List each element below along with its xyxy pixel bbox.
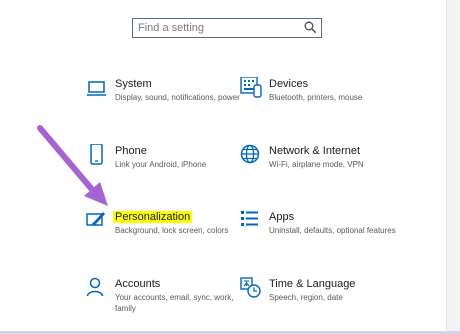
time-language-icon <box>240 277 261 298</box>
tile-time-language[interactable]: Time & Language Speech, region, date <box>240 277 430 321</box>
tile-title: Personalization <box>113 210 193 224</box>
tile-description: Bluetooth, printers, mouse <box>269 93 363 102</box>
tile-title: Phone <box>115 145 147 157</box>
tile-title: Apps <box>269 211 295 223</box>
paintbrush-icon <box>86 212 105 226</box>
tile-title: Devices <box>269 78 309 90</box>
keyboard-icon <box>240 77 262 98</box>
search-box[interactable] <box>132 18 322 38</box>
scrollbar-track[interactable] <box>447 0 460 334</box>
apps-list-icon <box>241 211 258 226</box>
tile-description: Speech, region, date <box>269 293 343 302</box>
person-icon <box>86 277 104 297</box>
tile-title: Time & Language <box>269 278 356 290</box>
laptop-icon <box>87 81 106 96</box>
tile-title: System <box>115 78 152 90</box>
tile-description: Background, lock screen, colors <box>115 226 229 235</box>
tile-description: Uninstall, defaults, optional features <box>269 226 396 235</box>
tile-title: Network & Internet <box>269 145 361 157</box>
search-icon[interactable] <box>304 21 317 34</box>
tile-description: Your accounts, email, sync, work, family <box>115 293 234 313</box>
tile-apps[interactable]: Apps Uninstall, defaults, optional featu… <box>240 210 430 254</box>
tile-devices[interactable]: Devices Bluetooth, printers, mouse <box>240 77 430 121</box>
tile-description: Link your Android, iPhone <box>115 160 207 169</box>
tile-description: Display, sound, notifications, power <box>115 93 240 102</box>
search-input[interactable] <box>138 20 298 36</box>
tile-title: Accounts <box>115 278 161 290</box>
phone-icon <box>90 144 103 165</box>
highlighted-title: Personalization <box>113 211 193 223</box>
tile-description: Wi-Fi, airplane mode, VPN <box>269 160 364 169</box>
globe-icon <box>240 144 260 164</box>
tile-network-internet[interactable]: Network & Internet Wi-Fi, airplane mode,… <box>240 144 430 188</box>
